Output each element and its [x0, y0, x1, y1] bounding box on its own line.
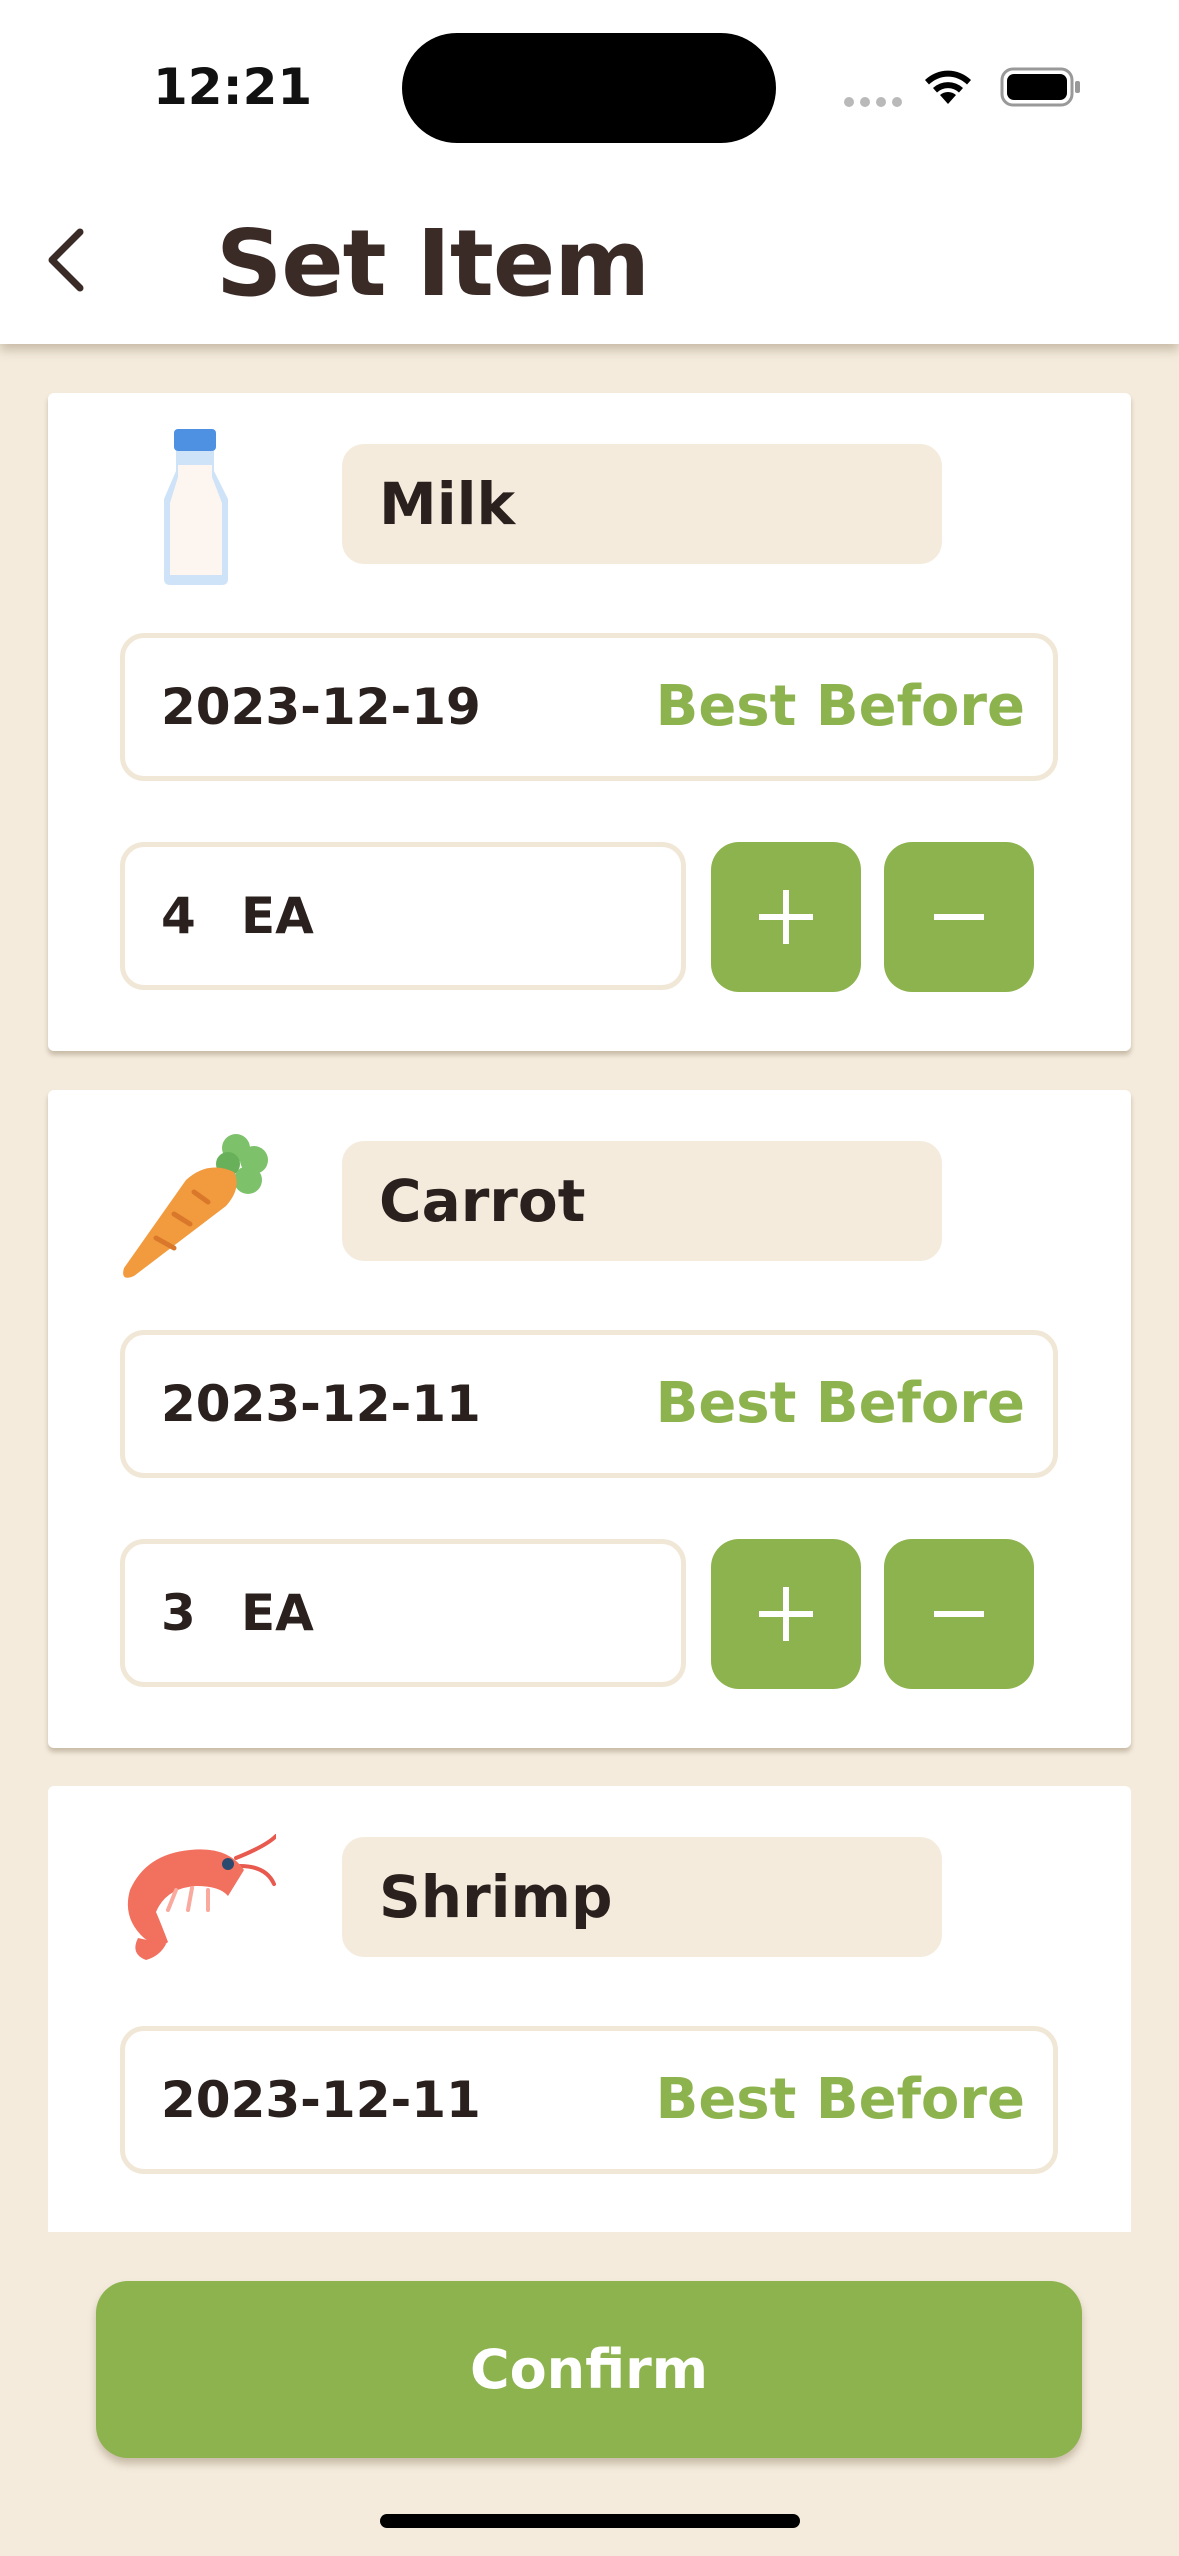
wifi-icon [925, 70, 971, 104]
best-before-label: Best Before [655, 2067, 1025, 2132]
item-card-shrimp: Shrimp 2023-12-11 Best Before [48, 1786, 1131, 2236]
header-bar: 12:21 Set Item [0, 0, 1179, 344]
date-value: 2023-12-11 [161, 1375, 481, 1433]
dynamic-island [402, 33, 776, 143]
confirm-button[interactable]: Confirm [96, 2281, 1082, 2458]
decrement-button[interactable] [884, 1539, 1034, 1689]
quantity-value: 4 [161, 887, 196, 945]
back-chevron-icon[interactable] [38, 220, 98, 300]
plus-icon [759, 1587, 813, 1641]
item-name-field[interactable]: Shrimp [342, 1837, 942, 1957]
minus-icon [934, 914, 984, 920]
cellular-signal-icon [844, 92, 908, 111]
status-time: 12:21 [153, 58, 313, 116]
quantity-field[interactable]: 3 EA [120, 1539, 686, 1687]
best-before-label: Best Before [655, 674, 1025, 739]
page-title: Set Item [216, 210, 650, 317]
home-indicator[interactable] [380, 2514, 800, 2528]
date-value: 2023-12-19 [161, 678, 481, 736]
decrement-button[interactable] [884, 842, 1034, 992]
minus-icon [934, 1611, 984, 1617]
date-value: 2023-12-11 [161, 2071, 481, 2129]
quantity-field[interactable]: 4 EA [120, 842, 686, 990]
carrot-icon [123, 1134, 268, 1278]
increment-button[interactable] [711, 842, 861, 992]
item-card-carrot: Carrot 2023-12-11 Best Before 3 EA [48, 1090, 1131, 1748]
item-name-field[interactable]: Milk [342, 444, 942, 564]
milk-bottle-icon [164, 429, 228, 585]
shrimp-icon [127, 1834, 276, 1960]
best-before-date-field[interactable]: 2023-12-11 Best Before [120, 1330, 1058, 1478]
quantity-unit: EA [241, 1584, 314, 1642]
plus-icon [759, 890, 813, 944]
best-before-date-field[interactable]: 2023-12-19 Best Before [120, 633, 1058, 781]
item-name-field[interactable]: Carrot [342, 1141, 942, 1261]
quantity-value: 3 [161, 1584, 196, 1642]
quantity-unit: EA [241, 887, 314, 945]
best-before-label: Best Before [655, 1371, 1025, 1436]
battery-icon [1000, 67, 1080, 107]
increment-button[interactable] [711, 1539, 861, 1689]
item-card-milk: Milk 2023-12-19 Best Before 4 EA [48, 393, 1131, 1051]
best-before-date-field[interactable]: 2023-12-11 Best Before [120, 2026, 1058, 2174]
